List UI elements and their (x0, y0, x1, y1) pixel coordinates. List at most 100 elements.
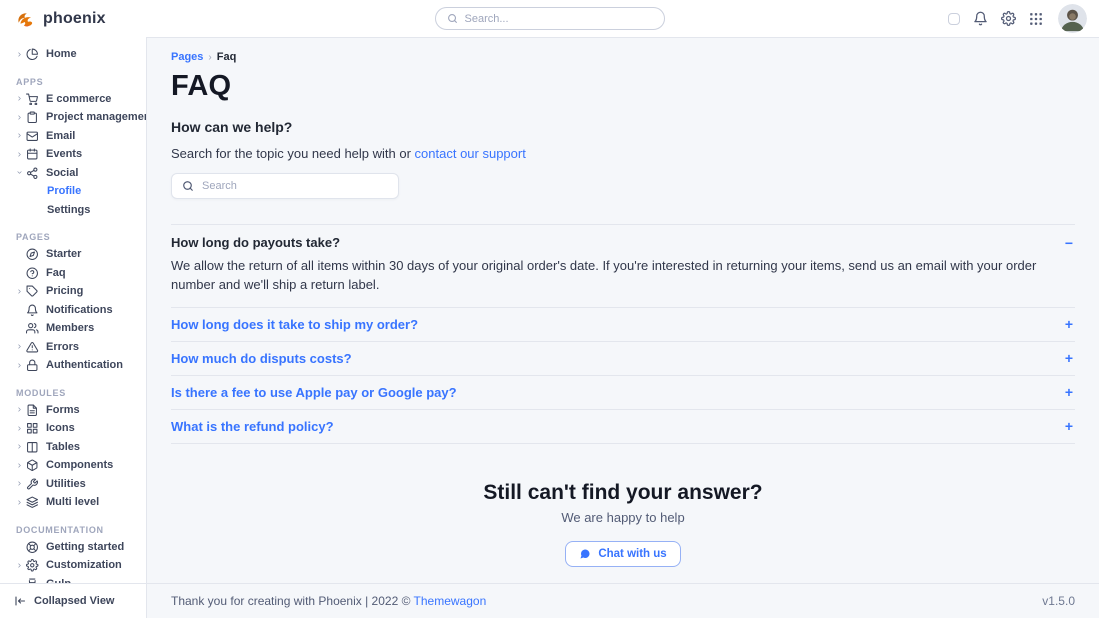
apps-grid-icon[interactable] (1029, 12, 1043, 26)
expand-plus-icon[interactable]: + (1065, 317, 1075, 331)
chat-bubble-icon (579, 548, 591, 560)
tag-icon (26, 285, 39, 298)
faq-question[interactable]: How long does it take to ship my order?+ (171, 317, 1075, 332)
sidebar-item-label: Faq (46, 267, 66, 279)
sidebar-item-icons[interactable]: Icons (0, 419, 146, 438)
page-title: FAQ (171, 70, 1075, 103)
sidebar-item-getting-started[interactable]: Getting started (0, 538, 146, 557)
faq-item: What is the refund policy? + (171, 410, 1075, 444)
layers-icon (26, 496, 39, 509)
chevron-right-icon (16, 151, 26, 158)
sidebar-item-tables[interactable]: Tables (0, 438, 146, 457)
sidebar-item-gulp[interactable]: Gulp (0, 575, 146, 584)
contact-support-link[interactable]: contact our support (415, 146, 526, 161)
sidebar-subitem-label: Settings (47, 204, 90, 216)
chevron-right-icon (16, 362, 26, 369)
bell-icon (26, 304, 39, 317)
sidebar-item-label: E commerce (46, 93, 111, 105)
faq-page: Pages › Faq FAQ How can we help? Search … (147, 38, 1099, 583)
sidebar-item-authentication[interactable]: Authentication (0, 356, 146, 375)
sidebar-item-multi-level[interactable]: Multi level (0, 493, 146, 512)
chevron-down-icon (16, 169, 26, 176)
themewagon-link[interactable]: Themewagon (414, 594, 487, 608)
sidebar-item-pricing[interactable]: Pricing (0, 282, 146, 301)
chevron-right-icon (16, 51, 26, 58)
chevron-right-icon (16, 132, 26, 139)
sidebar-subitem-settings[interactable]: Settings (0, 201, 146, 220)
faq-question[interactable]: How long do payouts take?− (171, 235, 1075, 250)
cta-subtitle: We are happy to help (171, 510, 1075, 525)
mail-icon (26, 130, 39, 143)
theme-toggle[interactable] (948, 13, 960, 25)
sidebar-item-errors[interactable]: Errors (0, 338, 146, 357)
sidebar-item-label: Components (46, 459, 113, 471)
faq-question[interactable]: What is the refund policy? + (171, 419, 1075, 434)
breadcrumb-separator-icon: › (208, 52, 211, 63)
faq-question[interactable]: How much do disputs costs? + (171, 351, 1075, 366)
sidebar-item-label: Utilities (46, 478, 86, 490)
chevron-right-icon (16, 480, 26, 487)
chevron-right-icon (16, 406, 26, 413)
chevron-right-icon (16, 95, 26, 102)
footer-version: v1.5.0 (1042, 594, 1075, 608)
breadcrumb-pages-link[interactable]: Pages (171, 51, 203, 63)
faq-question-text: What is the refund policy? (171, 419, 334, 434)
chevron-right-icon (16, 114, 26, 121)
sidebar-item-label: Multi level (46, 496, 99, 508)
faq-question[interactable]: Is there a fee to use Apple pay or Googl… (171, 385, 1075, 400)
faq-search[interactable] (171, 173, 399, 199)
help-heading: How can we help? (171, 119, 1075, 135)
nav-section-label: APPS (16, 77, 146, 87)
notifications-bell-icon[interactable] (973, 11, 988, 26)
sidebar-item-utilities[interactable]: Utilities (0, 475, 146, 494)
sidebar-item-label: Tables (46, 441, 80, 453)
expand-plus-icon[interactable]: + (1065, 419, 1075, 433)
collapsed-view-toggle[interactable]: Collapsed View (0, 583, 146, 618)
sidebar-item-label: Home (46, 48, 77, 60)
sidebar-item-components[interactable]: Components (0, 456, 146, 475)
sidebar-item-events[interactable]: Events (0, 145, 146, 164)
sidebar-item-project-management[interactable]: Project management (0, 108, 146, 127)
sidebar-subitem-profile[interactable]: Profile (0, 182, 146, 201)
brand-logo[interactable]: phoenix (16, 10, 106, 28)
sidebar-item-social[interactable]: Social (0, 164, 146, 183)
faq-item: How much do disputs costs? + (171, 342, 1075, 376)
collapse-minus-icon[interactable]: − (1065, 236, 1075, 250)
cta-section: Still can't find your answer? We are hap… (171, 481, 1075, 567)
sidebar-item-label: Icons (46, 422, 75, 434)
expand-plus-icon[interactable]: + (1065, 385, 1075, 399)
faq-item: How long does it take to ship my order?+ (171, 308, 1075, 342)
main-content: Pages › Faq FAQ How can we help? Search … (147, 37, 1099, 618)
chat-with-us-button[interactable]: Chat with us (565, 541, 680, 567)
sidebar-item-starter[interactable]: Starter (0, 245, 146, 264)
sidebar-item-home[interactable]: Home (0, 45, 146, 64)
sidebar-item-customization[interactable]: Customization (0, 556, 146, 575)
sidebar-item-email[interactable]: Email (0, 127, 146, 146)
sidebar-item-members[interactable]: Members (0, 319, 146, 338)
avatar[interactable] (1058, 4, 1087, 33)
grid-icon (26, 422, 39, 435)
chevron-right-icon (16, 343, 26, 350)
phoenix-logo-icon (16, 10, 36, 28)
footer-credit-text: Thank you for creating with Phoenix | 20… (171, 594, 414, 608)
columns-icon (26, 441, 39, 454)
faq-accordion: How long do payouts take?−We allow the r… (171, 224, 1075, 444)
faq-question-text: How much do disputs costs? (171, 351, 352, 366)
chevron-right-icon (16, 562, 26, 569)
faq-search-input[interactable] (202, 180, 388, 192)
shopping-cart-icon (26, 93, 39, 106)
global-search-input[interactable] (465, 13, 653, 25)
faq-question-text: Is there a fee to use Apple pay or Googl… (171, 385, 457, 400)
sidebar-item-label: Notifications (46, 304, 113, 316)
expand-plus-icon[interactable]: + (1065, 351, 1075, 365)
brand-name: phoenix (43, 10, 106, 28)
sidebar-item-label: Email (46, 130, 75, 142)
sidebar-item-forms[interactable]: Forms (0, 401, 146, 420)
sidebar-item-e-commerce[interactable]: E commerce (0, 90, 146, 109)
sidebar-item-notifications[interactable]: Notifications (0, 301, 146, 320)
global-search[interactable] (435, 7, 665, 30)
sidebar-item-label: Pricing (46, 285, 83, 297)
settings-gear-icon[interactable] (1001, 11, 1016, 26)
sidebar-item-faq[interactable]: Faq (0, 264, 146, 283)
help-intro-text: Search for the topic you need help with … (171, 146, 415, 161)
